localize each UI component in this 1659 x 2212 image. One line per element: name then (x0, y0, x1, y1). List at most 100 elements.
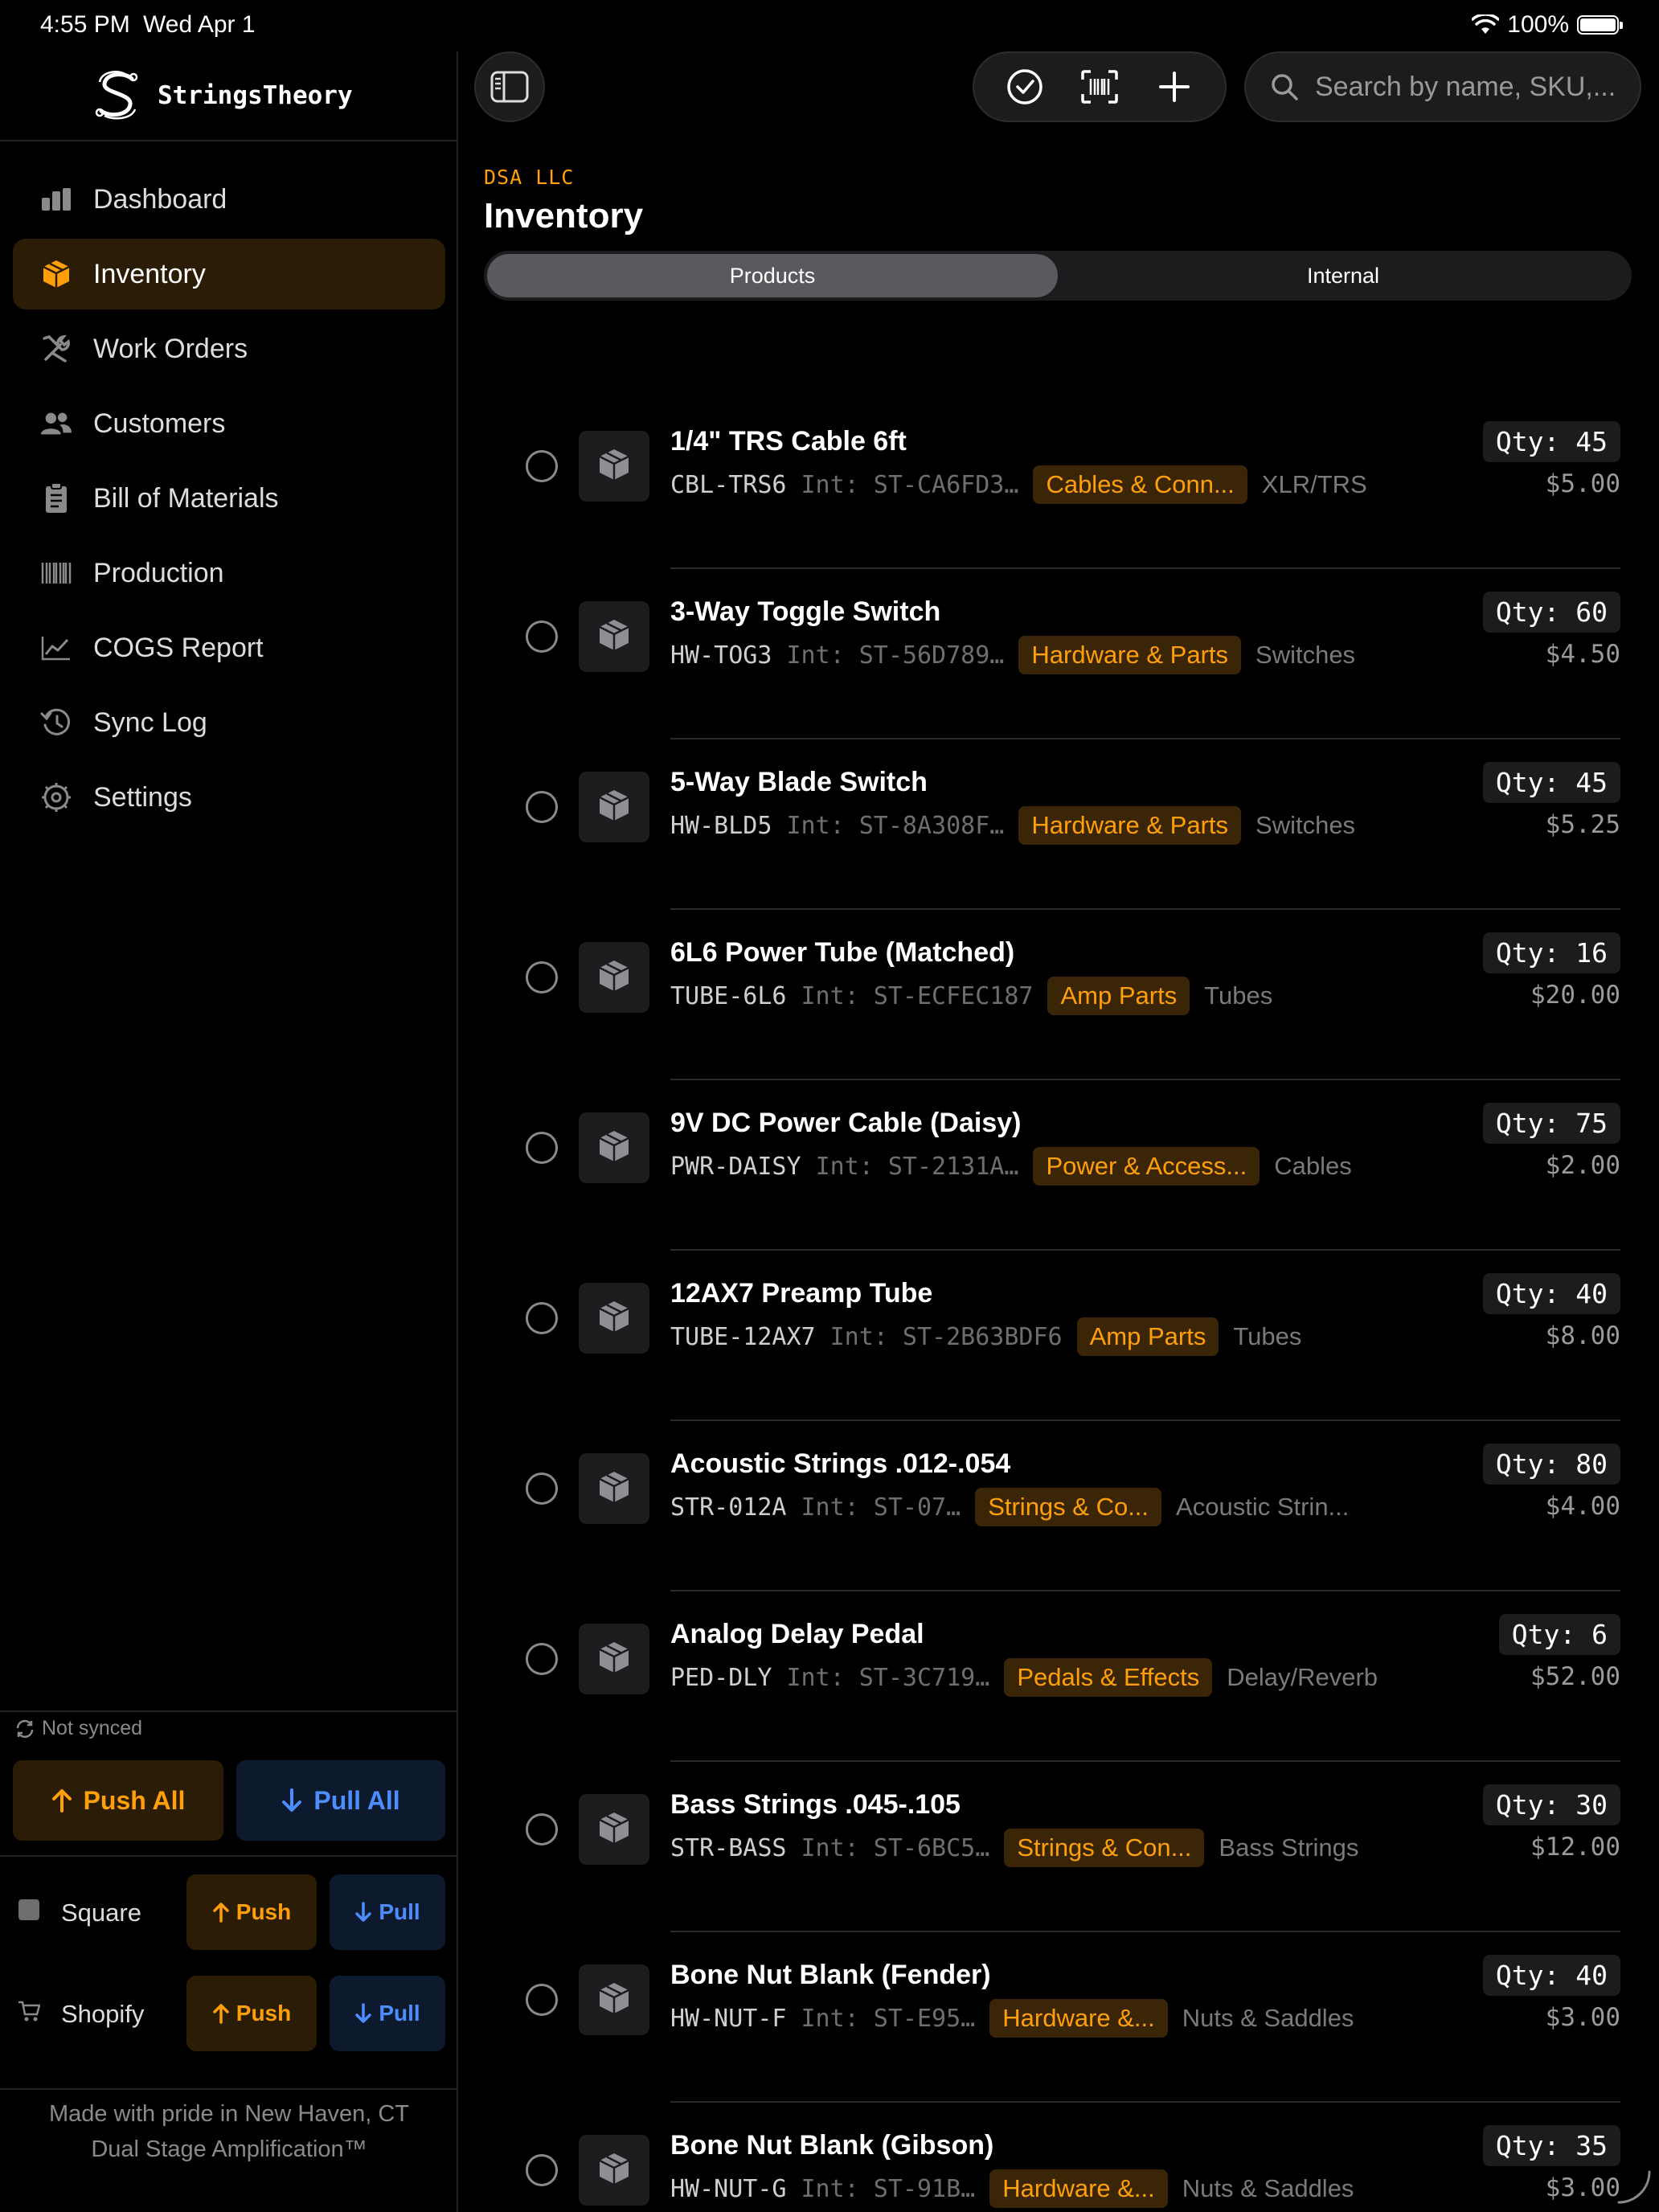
people-icon (40, 408, 72, 440)
select-radio[interactable] (526, 2154, 558, 2186)
subcategory-label: XLR/TRS (1261, 470, 1367, 498)
subcategory-label: Switches (1256, 811, 1356, 839)
sidebar-item-production[interactable]: Production (13, 538, 445, 608)
product-name: 9V DC Power Cable (Daisy) (670, 1108, 1022, 1138)
shopify-push-button[interactable]: Push (186, 1976, 317, 2051)
box-icon (596, 1129, 632, 1168)
product-sku: TUBE-12AX7 (670, 1322, 816, 1351)
box-icon (596, 2151, 632, 2190)
subcategory-label: Tubes (1233, 1322, 1302, 1350)
category-badge: Hardware &... (989, 1999, 1168, 2038)
battery-icon (1577, 15, 1623, 35)
push-all-button[interactable]: Push All (13, 1760, 223, 1841)
company-name: DSA LLC (484, 166, 575, 189)
list-item[interactable]: Acoustic Strings .012-.054 STR-012A Int: S… (460, 1421, 1659, 1591)
select-radio[interactable] (526, 1473, 558, 1505)
sidebar-item-label: Bill of Materials (93, 482, 279, 514)
search-input[interactable] (1315, 71, 1636, 103)
pull-all-button[interactable]: Pull All (236, 1760, 445, 1841)
sidebar-item-settings[interactable]: Settings (13, 762, 445, 833)
tab-internal[interactable]: Internal (1058, 254, 1628, 297)
sidebar-item-label: COGS Report (93, 632, 264, 663)
category-badge: Pedals & Effects (1004, 1658, 1213, 1697)
product-price: $5.00 (1545, 469, 1620, 498)
product-thumbnail (579, 1453, 649, 1524)
select-radio[interactable] (526, 1643, 558, 1675)
product-thumbnail (579, 1624, 649, 1694)
product-thumbnail (579, 1794, 649, 1865)
product-name: Bass Strings .045-.105 (670, 1789, 961, 1820)
sidebar-item-work-orders[interactable]: Work Orders (13, 313, 445, 384)
product-thumbnail (579, 1112, 649, 1183)
sidebar-nav: Dashboard Inventory Work Orders Customer… (13, 164, 445, 837)
push-label: Push (236, 1899, 292, 1924)
sidebar-item-dashboard[interactable]: Dashboard (13, 164, 445, 235)
square-pull-button[interactable]: Pull (330, 1874, 445, 1950)
list-item[interactable]: 5-Way Blade Switch HW-BLD5 Int: ST-8A308F…… (460, 739, 1659, 910)
add-item-button[interactable] (1146, 59, 1202, 115)
quantity-badge: Qty: 6 (1498, 1614, 1620, 1655)
sidebar-item-inventory[interactable]: Inventory (13, 239, 445, 309)
select-radio[interactable] (526, 1813, 558, 1845)
select-button[interactable] (997, 59, 1053, 115)
category-badge: Strings & Con... (1004, 1829, 1205, 1867)
search-bar[interactable] (1244, 51, 1641, 122)
product-thumbnail (579, 1964, 649, 2035)
list-item[interactable]: 12AX7 Preamp Tube TUBE-12AX7 Int: ST-2B63B… (460, 1251, 1659, 1421)
quantity-badge: Qty: 60 (1482, 592, 1620, 633)
sidebar-item-bill-of-materials[interactable]: Bill of Materials (13, 463, 445, 534)
product-price: $8.00 (1545, 1321, 1620, 1350)
list-item[interactable]: Bass Strings .045-.105 STR-BASS Int: ST-6B… (460, 1762, 1659, 1932)
list-item[interactable]: 1/4" TRS Cable 6ft CBL-TRS6 Int: ST-CA6FD3… (460, 399, 1659, 569)
product-thumbnail (579, 601, 649, 672)
shopify-pull-button[interactable]: Pull (330, 1976, 445, 2051)
list-item[interactable]: Bone Nut Blank (Gibson) HW-NUT-G Int: ST-9… (460, 2103, 1659, 2212)
sidebar-toggle-button[interactable] (474, 51, 545, 122)
category-badge: Strings & Co... (975, 1488, 1162, 1526)
status-time: 4:55 PM (40, 11, 130, 38)
product-thumbnail (579, 772, 649, 842)
select-radio[interactable] (526, 1302, 558, 1334)
list-item[interactable]: 6L6 Power Tube (Matched) TUBE-6L6 Int: ST-… (460, 910, 1659, 1080)
product-price: $12.00 (1530, 1833, 1620, 1862)
select-radio[interactable] (526, 961, 558, 993)
product-price: $4.00 (1545, 1492, 1620, 1521)
plus-icon (1159, 72, 1190, 102)
subcategory-label: Switches (1256, 641, 1356, 669)
scan-barcode-button[interactable] (1071, 59, 1128, 115)
box-icon (596, 1810, 632, 1849)
sidebar-divider (0, 1855, 458, 1857)
list-item[interactable]: Bone Nut Blank (Fender) HW-NUT-F Int: ST-E… (460, 1932, 1659, 2103)
quantity-badge: Qty: 40 (1482, 1955, 1620, 1996)
select-radio[interactable] (526, 1984, 558, 2016)
select-radio[interactable] (526, 1132, 558, 1164)
tab-products[interactable]: Products (487, 254, 1058, 297)
square-push-button[interactable]: Push (186, 1874, 317, 1950)
subcategory-label: Nuts & Saddles (1182, 2174, 1354, 2202)
push-label: Push (236, 2001, 292, 2026)
sidebar-item-sync-log[interactable]: Sync Log (13, 687, 445, 758)
quantity-badge: Qty: 45 (1482, 421, 1620, 462)
product-internal-id: Int: ST-6BC5… (801, 1833, 990, 1862)
select-radio[interactable] (526, 450, 558, 482)
resize-handle-icon[interactable] (1614, 2167, 1653, 2206)
list-item[interactable]: 9V DC Power Cable (Daisy) PWR-DAISY Int: S… (460, 1080, 1659, 1251)
app-logo[interactable]: StringsTheory (90, 68, 353, 124)
sidebar-item-customers[interactable]: Customers (13, 388, 445, 459)
product-price: $2.00 (1545, 1151, 1620, 1180)
product-sku: HW-NUT-F (670, 2004, 787, 2033)
list-item[interactable]: Analog Delay Pedal PED-DLY Int: ST-3C719… P… (460, 1591, 1659, 1762)
sidebar-divider (0, 140, 458, 141)
arrow-down-icon (355, 1902, 372, 1922)
list-item[interactable]: 3-Way Toggle Switch HW-TOG3 Int: ST-56D789… (460, 569, 1659, 739)
product-price: $5.25 (1545, 810, 1620, 839)
select-radio[interactable] (526, 791, 558, 823)
sidebar-item-label: Settings (93, 781, 192, 813)
product-meta: CBL-TRS6 Int: ST-CA6FD3… Cables & Conn... X… (670, 465, 1367, 505)
select-radio[interactable] (526, 621, 558, 653)
category-badge: Hardware &... (989, 2169, 1168, 2208)
sidebar-item-cogs-report[interactable]: COGS Report (13, 612, 445, 683)
clipboard-icon (40, 482, 72, 514)
footer-line-2: Dual Stage Amplification™ (91, 2136, 367, 2162)
product-internal-id: Int: ST-2131A… (815, 1152, 1019, 1181)
